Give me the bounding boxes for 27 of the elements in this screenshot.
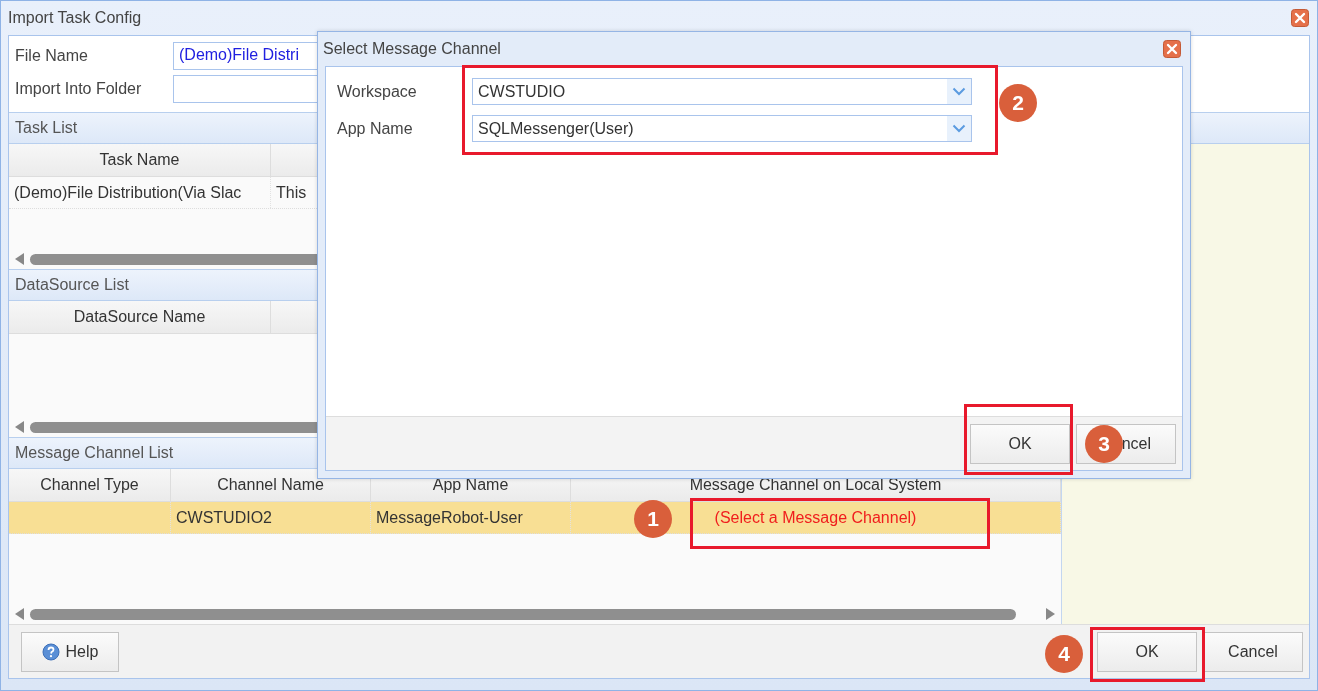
chevron-down-icon <box>952 124 966 133</box>
cancel-button[interactable]: Cancel <box>1203 631 1303 672</box>
column-header: Task Name <box>9 144 271 176</box>
ok-button[interactable]: OK <box>1097 631 1197 672</box>
close-icon[interactable] <box>1163 40 1181 58</box>
field-label: Import Into Folder <box>15 80 143 98</box>
dialog-title: Select Message Channel <box>323 40 501 58</box>
field-label: Workspace <box>337 82 418 101</box>
ok-button[interactable]: OK <box>970 423 1070 464</box>
section-title: Message Channel List <box>15 444 174 462</box>
table-cell: (Demo)File Distribution(Via Slac <box>9 177 271 208</box>
window-title: Import Task Config <box>8 9 142 27</box>
dropdown-field[interactable]: SQLMessenger(User) <box>472 115 972 142</box>
section-title: DataSource List <box>15 276 129 294</box>
table-cell: (Select a Message Channel) <box>714 508 917 527</box>
column-header: DataSource Name <box>9 301 271 333</box>
table-cell: MessageRobot-User <box>376 508 523 527</box>
help-icon <box>41 642 60 661</box>
field-label: File Name <box>15 47 89 65</box>
help-button[interactable]: Help <box>21 631 119 672</box>
dropdown-field[interactable]: CWSTUDIO <box>472 78 972 105</box>
table-cell: CWSTUDIO2 <box>176 508 272 527</box>
section-title: Task List <box>15 119 78 137</box>
column-header: Channel Type <box>9 469 171 501</box>
chevron-down-icon <box>952 87 966 96</box>
field-label: App Name <box>337 119 414 138</box>
close-icon[interactable] <box>1291 9 1309 27</box>
